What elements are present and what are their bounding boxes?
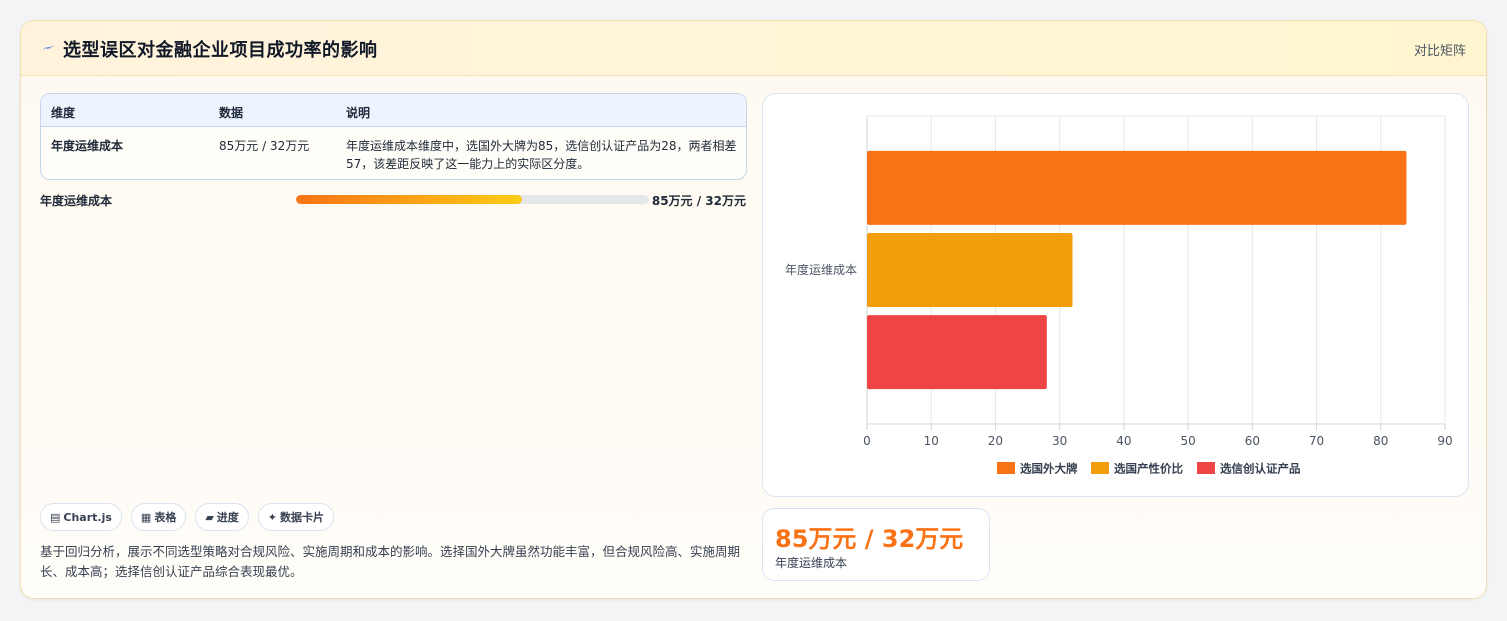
chip-label: 进度 [216, 511, 239, 524]
bar-chart-panel: 0 10 20 30 40 50 60 70 80 90 年度运维成本选国外大牌 选国产性价比 选信创认… [762, 93, 1469, 497]
legend-swatch [1091, 462, 1109, 474]
table-header: 维度 数据 说明 [41, 94, 746, 127]
chip-table[interactable]: ▦ 表格 [130, 503, 187, 531]
x-tick-label: 90 [1437, 434, 1452, 448]
main-card: 选型误区对金融企业项目成功率的影响 对比矩阵 维度 数据 说明 年度运维成本 8… [20, 20, 1487, 599]
data-table: 维度 数据 说明 年度运维成本 85万元 / 32万元 年度运维成本维度中，选国… [40, 93, 747, 180]
sparkle-icon: ✦ [267, 510, 278, 524]
cell-description: 年度运维成本维度中，选国外大牌为85，选信创认证产品为28，两者相差57，该差距… [346, 139, 737, 171]
x-tick-label: 0 [863, 434, 871, 448]
x-tick-label: 20 [988, 434, 1003, 448]
column-header-data: 数据 [219, 106, 244, 120]
card-header: 选型误区对金融企业项目成功率的影响 对比矩阵 [21, 21, 1486, 76]
stat-card: 85万元 / 32万元 年度运维成本 [762, 508, 990, 581]
stat-label: 年度运维成本 [775, 556, 848, 570]
progress-fill [296, 195, 522, 204]
chip-data-card[interactable]: ✦ 数据卡片 [257, 503, 335, 531]
stat-value: 85万元 / 32万元 [775, 525, 964, 553]
chip-progress[interactable]: ▰ 进度 [195, 503, 249, 531]
cell-data: 85万元 / 32万元 [219, 139, 310, 153]
legend-label: 选信创认证产品 [1220, 462, 1301, 476]
page-title: 选型误区对金融企业项目成功率的影响 [63, 40, 378, 61]
chart-icon: ▤ [50, 510, 61, 524]
compare-matrix-link[interactable]: 对比矩阵 [1414, 40, 1466, 59]
column-header-description: 说明 [346, 106, 371, 120]
bar-2 [867, 233, 1073, 307]
x-tick-label: 50 [1180, 434, 1195, 448]
bar-3 [867, 315, 1047, 390]
y-category-label: 年度运维成本 [785, 262, 857, 277]
legend-swatch [1197, 462, 1215, 474]
progress-track [296, 195, 649, 204]
bar-chart: 0 10 20 30 40 50 60 70 80 90 年度运维成本选国外大牌 选国产性价比 选信创认… [785, 115, 1453, 476]
x-tick-label: 30 [1052, 434, 1067, 448]
progress-value: 85万元 / 32万元 [651, 194, 746, 208]
chip-chartjs[interactable]: ▤ Chart.js [40, 503, 122, 531]
x-tick-label: 60 [1245, 434, 1260, 448]
chip-label: 表格 [154, 511, 177, 524]
x-tick-label: 40 [1116, 434, 1131, 448]
chip-label: 数据卡片 [280, 511, 325, 524]
legend-swatch [997, 462, 1015, 474]
lightning-icon [42, 45, 54, 50]
chip-label: Chart.js [63, 510, 112, 524]
progress-label: 年度运维成本 [40, 194, 113, 208]
legend-label: 选国产性价比 [1114, 462, 1183, 476]
tag-chips: ▤ Chart.js ▦ 表格 ▰ 进度 ✦ 数据卡片 [40, 503, 335, 531]
bar-1 [867, 150, 1407, 225]
column-header-dimension: 维度 [51, 106, 76, 120]
x-tick-label: 70 [1309, 434, 1324, 448]
x-tick-label: 10 [924, 434, 939, 448]
summary-text: 基于回归分析，展示不同选型策略对合规风险、实施周期和成本的影响。选择国外大牌虽然… [40, 544, 741, 579]
legend-label: 选国外大牌 [1020, 462, 1078, 476]
x-tick-label: 80 [1373, 434, 1388, 448]
table-icon: ▦ [140, 510, 152, 524]
cell-dimension: 年度运维成本 [51, 139, 124, 153]
progress-icon: ▰ [205, 510, 214, 524]
